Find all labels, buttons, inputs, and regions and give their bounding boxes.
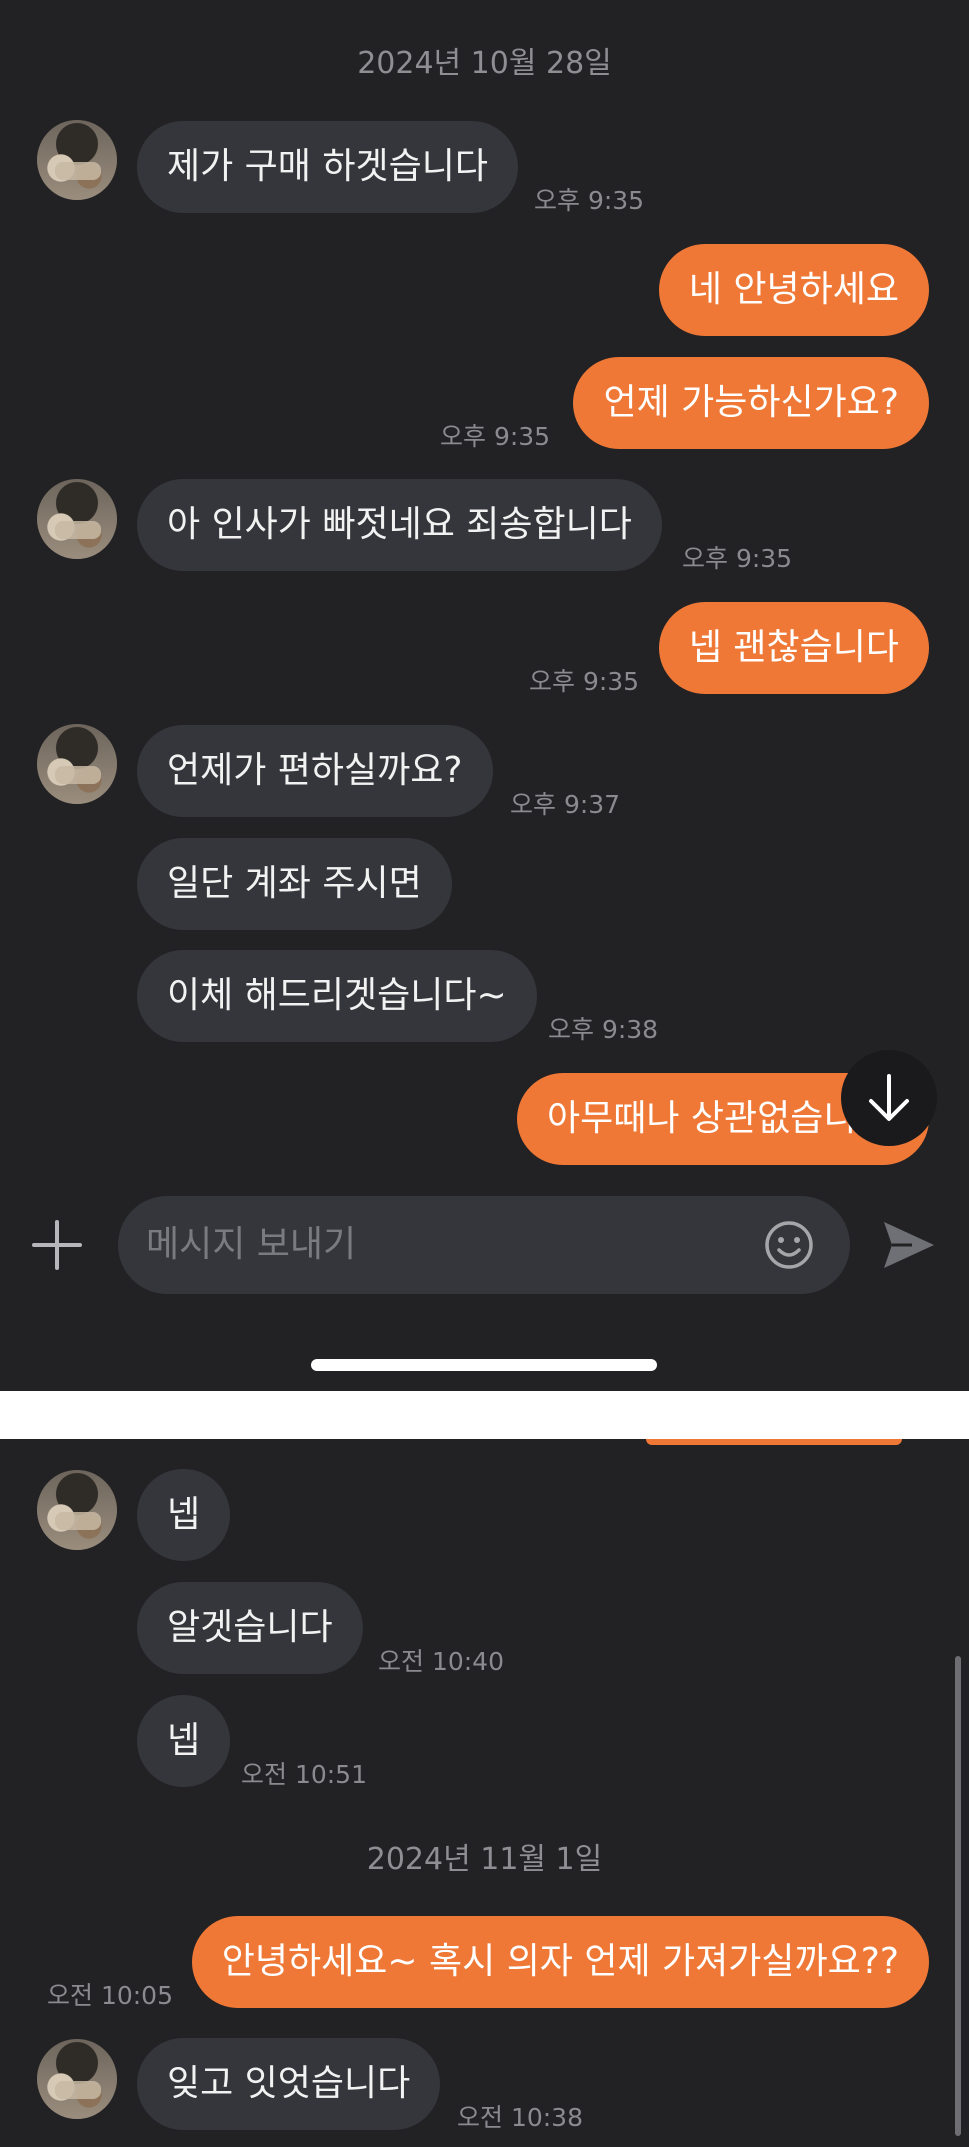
avatar[interactable] [37,2039,117,2119]
scrollbar[interactable] [955,1656,961,2136]
message-time: 오후 9:37 [510,790,621,819]
message-bubble-incoming[interactable]: 알겟습니다 [137,1582,363,1674]
message-bubble-outgoing[interactable]: 언제 가능하신가요? [573,357,929,449]
message-bubble-incoming[interactable]: 잊고 잇엇습니다 [137,2038,441,2130]
message-input-placeholder: 메시지 보내기 [146,1224,357,1265]
message-time: 오전 10:51 [241,1760,367,1789]
message-bubble-incoming[interactable]: 넵 [137,1695,231,1787]
message-bubble-outgoing[interactable]: 네 안녕하세요 [658,244,929,336]
message-bubble-incoming[interactable]: 아 인사가 빠젓네요 죄송합니다 [137,479,662,571]
message-input[interactable]: 메시지 보내기 [118,1196,850,1294]
message-time: 오후 9:35 [529,667,640,696]
message-time: 오전 10:40 [378,1647,504,1676]
message-bubble-incoming[interactable]: 넵 [137,1469,231,1561]
emoji-icon[interactable] [764,1220,814,1270]
message-time: 오후 9:38 [548,1015,659,1044]
message-time: 오전 10:38 [457,2103,583,2132]
avatar[interactable] [37,724,117,804]
message-bubble-incoming[interactable]: 일단 계좌 주시면 [137,838,452,930]
avatar[interactable] [37,1470,117,1550]
message-time: 오후 9:35 [682,544,793,573]
message-bubble-incoming[interactable]: 제가 구매 하겟습니다 [137,121,518,213]
plus-icon[interactable] [32,1220,82,1270]
send-icon[interactable] [880,1218,938,1272]
message-bubble-outgoing[interactable]: 안녕하세요~ 혹시 의자 언제 가져가실까요?? [191,1916,929,2008]
scroll-to-bottom-button[interactable] [841,1050,937,1146]
message-bubble-incoming[interactable]: 언제가 편하실까요? [137,725,493,817]
date-header: 2024년 10월 28일 [357,46,612,81]
home-indicator [311,1359,657,1371]
date-header: 2024년 11월 1일 [366,1842,603,1877]
message-time: 오후 9:35 [534,186,645,215]
arrow-down-icon [869,1074,909,1121]
message-bubble-outgoing[interactable]: 넵 괜찮습니다 [658,602,929,694]
message-time: 오후 9:35 [440,422,551,451]
avatar[interactable] [37,479,117,559]
message-bubble-incoming[interactable]: 이체 해드리겟습니다~ [137,950,537,1042]
screenshot-divider [0,1391,969,1439]
partial-outgoing-bubble [646,1439,902,1445]
message-time: 오전 10:05 [47,1981,173,2010]
avatar[interactable] [37,120,117,200]
